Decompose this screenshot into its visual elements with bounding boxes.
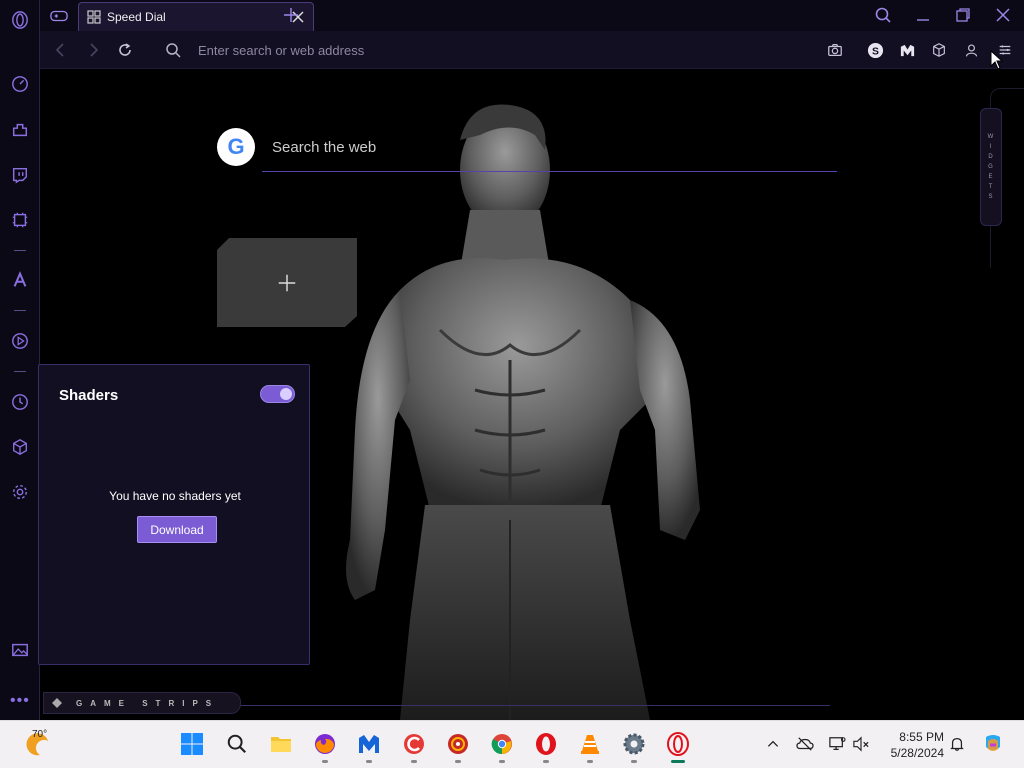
settings-app-icon[interactable] xyxy=(621,731,647,763)
sidebar-separator xyxy=(14,371,26,372)
svg-text:S: S xyxy=(872,46,879,57)
game-strips-tab[interactable]: GAME STRIPS xyxy=(43,692,241,714)
new-tab-plus-icon[interactable] xyxy=(282,6,300,24)
widgets-letter: T xyxy=(988,184,994,190)
sidebar-separator xyxy=(14,250,26,251)
search-web-placeholder: Search the web xyxy=(272,139,377,156)
opera-icon[interactable] xyxy=(533,731,559,763)
download-shaders-button[interactable]: Download xyxy=(137,516,217,543)
address-search-icon xyxy=(166,43,181,58)
close-window-icon[interactable] xyxy=(994,6,1012,24)
onedrive-offline-icon[interactable] xyxy=(796,735,814,753)
file-explorer-icon[interactable] xyxy=(268,731,294,757)
gx-corner-icon[interactable] xyxy=(8,118,32,142)
search-web-input[interactable]: Search the web xyxy=(262,134,837,172)
restore-icon[interactable] xyxy=(954,6,972,24)
running-indicator xyxy=(587,760,593,763)
running-indicator xyxy=(455,760,461,763)
shaders-title: Shaders xyxy=(59,387,119,404)
firefox-icon[interactable] xyxy=(312,731,338,763)
sidebar-more-icon[interactable]: ••• xyxy=(10,692,30,710)
twitch-icon[interactable] xyxy=(8,163,32,187)
start-windows-icon[interactable] xyxy=(179,731,205,757)
profile-icon[interactable] xyxy=(962,41,980,59)
shaders-toggle[interactable] xyxy=(260,385,295,403)
app-red-circle-icon[interactable] xyxy=(445,731,471,763)
widgets-letter: W xyxy=(987,134,995,140)
tab-title: Speed Dial xyxy=(107,10,166,24)
gamepad-icon[interactable] xyxy=(48,6,70,26)
mouse-cursor-icon xyxy=(990,50,1004,70)
chrome-icon[interactable] xyxy=(489,731,515,763)
ram-limiter-icon[interactable] xyxy=(8,208,32,232)
search-tabs-icon[interactable] xyxy=(874,6,892,24)
sidebar-separator xyxy=(14,310,26,311)
address-bar: S xyxy=(40,31,1024,69)
extensions-cube-icon[interactable] xyxy=(8,435,32,459)
widgets-letter: I xyxy=(989,144,993,150)
opera-gx-taskbar-icon[interactable] xyxy=(665,731,691,763)
settings-gear-icon[interactable] xyxy=(8,480,32,504)
active-indicator xyxy=(671,760,685,763)
clock[interactable]: 8:55 PM 5/28/2024 xyxy=(880,729,944,761)
network-volume-icon[interactable] xyxy=(852,735,870,753)
running-indicator xyxy=(499,760,505,763)
forward-icon[interactable] xyxy=(84,41,102,59)
gx-control-icon[interactable] xyxy=(8,72,32,96)
windows-taskbar: 70° 8:55 PM 5/28/2024 xyxy=(0,720,1024,768)
bottom-divider xyxy=(240,705,830,706)
wallpaper-icon[interactable] xyxy=(8,638,32,662)
sidebar xyxy=(0,0,40,720)
extensions-box-icon[interactable] xyxy=(930,41,948,59)
running-indicator xyxy=(366,760,372,763)
running-indicator xyxy=(411,760,417,763)
google-logo-icon[interactable]: G xyxy=(217,128,255,166)
notification-bell-icon[interactable] xyxy=(948,735,966,753)
widgets-letter: S xyxy=(988,194,994,200)
clock-date: 5/28/2024 xyxy=(890,746,944,760)
game-strips-icon xyxy=(52,698,62,708)
display-icon[interactable] xyxy=(828,735,846,753)
running-indicator xyxy=(322,760,328,763)
running-indicator xyxy=(543,760,549,763)
weather-temperature: 70° xyxy=(32,729,48,740)
opera-logo-icon[interactable] xyxy=(8,8,32,32)
malwarebytes-taskbar-icon[interactable] xyxy=(356,731,382,763)
malwarebytes-icon[interactable] xyxy=(898,41,916,59)
widgets-tab[interactable]: W I D G E T S xyxy=(980,108,1002,226)
add-speed-dial-button[interactable] xyxy=(217,238,357,327)
speed-dial-grid-icon xyxy=(87,10,101,24)
widgets-letter: E xyxy=(988,174,994,180)
search-icon[interactable] xyxy=(224,731,250,757)
vlc-icon[interactable] xyxy=(577,731,603,763)
widgets-letter: D xyxy=(988,154,994,160)
google-logo-letter: G xyxy=(227,134,245,159)
back-icon[interactable] xyxy=(52,41,70,59)
wallpaper-figure-image xyxy=(346,104,700,720)
opera-gx-window: ••• Speed Dial S xyxy=(0,0,1024,768)
player-icon[interactable] xyxy=(8,329,32,353)
clock-time: 8:55 PM xyxy=(899,730,944,744)
shaders-empty-message: You have no shaders yet xyxy=(109,489,241,503)
game-strips-label: GAME STRIPS xyxy=(76,698,220,708)
plus-icon xyxy=(278,274,296,291)
extension-s-icon[interactable]: S xyxy=(866,41,884,59)
aria-icon[interactable] xyxy=(8,268,32,292)
ccleaner-icon[interactable] xyxy=(401,731,427,763)
address-input[interactable] xyxy=(198,40,798,60)
minimize-icon[interactable] xyxy=(914,6,932,24)
chevron-up-icon[interactable] xyxy=(764,735,782,753)
tab-speed-dial[interactable]: Speed Dial xyxy=(78,2,314,31)
reload-icon[interactable] xyxy=(116,41,134,59)
widgets-letter: G xyxy=(988,164,994,170)
running-indicator xyxy=(631,760,637,763)
tab-bar: Speed Dial xyxy=(40,0,1024,31)
copilot-icon[interactable] xyxy=(982,733,1004,755)
camera-snapshot-icon[interactable] xyxy=(826,41,844,59)
history-icon[interactable] xyxy=(8,390,32,414)
shaders-panel: Shaders You have no shaders yet Download xyxy=(38,364,310,665)
